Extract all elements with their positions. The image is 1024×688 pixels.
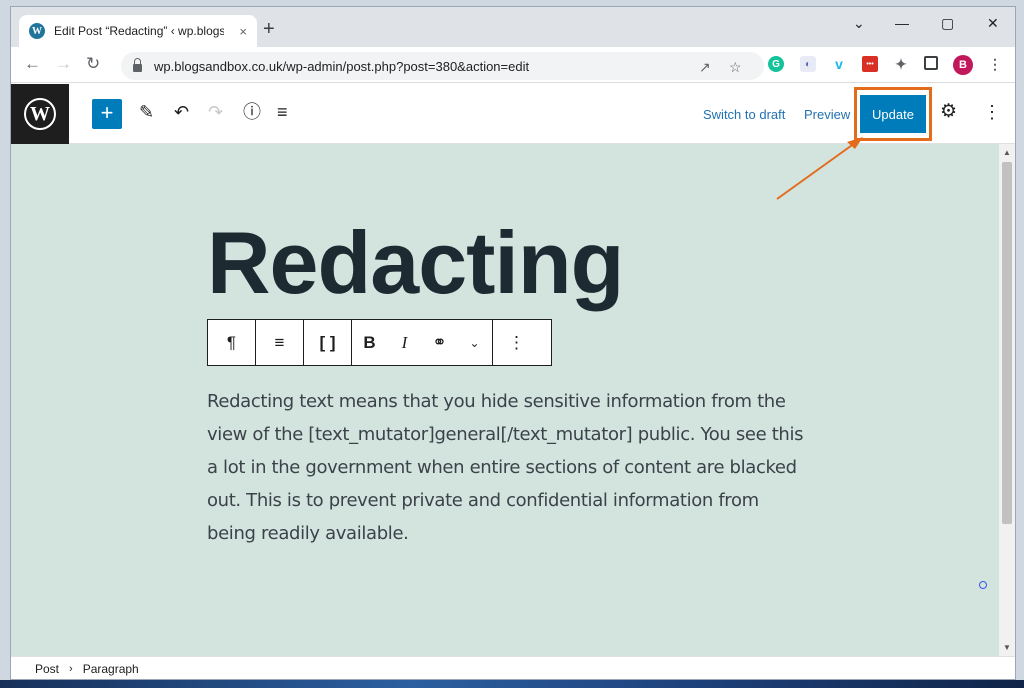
- block-toolbar: ¶ ≡ [ ] B I ⚭ ⌄ ⋮: [207, 319, 552, 366]
- close-window-button[interactable]: ✕: [987, 15, 999, 32]
- align-left-icon[interactable]: ≡: [256, 320, 303, 365]
- profile-avatar[interactable]: B: [953, 55, 973, 75]
- bookmark-star-icon[interactable]: ☆: [729, 59, 742, 76]
- annotation-arrow-icon: [776, 137, 863, 200]
- breadcrumb-separator-icon: ›: [69, 663, 73, 675]
- bold-button[interactable]: B: [352, 320, 387, 365]
- switch-to-draft-button[interactable]: Switch to draft: [703, 107, 785, 122]
- maximize-button[interactable]: ▢: [941, 15, 954, 32]
- browser-tab[interactable]: W Edit Post “Redacting” ‹ wp.blogsa ×: [19, 15, 257, 47]
- block-type-group: ¶: [208, 320, 256, 365]
- tab-close-icon[interactable]: ×: [239, 24, 247, 39]
- forward-arrow-icon[interactable]: →: [55, 55, 72, 73]
- browser-window: W Edit Post “Redacting” ‹ wp.blogsa × + …: [10, 6, 1016, 680]
- wordpress-logo[interactable]: W: [11, 84, 69, 144]
- settings-gear-icon[interactable]: ⚙: [940, 102, 957, 122]
- format-group: B I ⚭ ⌄: [352, 320, 493, 365]
- post-title[interactable]: Redacting: [207, 213, 624, 313]
- details-info-icon[interactable]: ⓘ: [243, 102, 261, 122]
- grammarly-extension-icon[interactable]: G: [768, 56, 784, 72]
- new-tab-button[interactable]: +: [263, 19, 275, 39]
- chevron-down-icon[interactable]: ⌄: [457, 320, 492, 365]
- red-extension-icon[interactable]: •••: [862, 56, 878, 72]
- list-view-icon[interactable]: ≡: [277, 102, 288, 122]
- side-panel-icon[interactable]: [924, 56, 938, 70]
- share-icon[interactable]: ↗: [699, 59, 711, 76]
- preview-button[interactable]: Preview: [804, 107, 850, 122]
- breadcrumb-paragraph[interactable]: Paragraph: [83, 662, 139, 676]
- brackets-icon[interactable]: [ ]: [304, 320, 351, 365]
- block-handle-dot[interactable]: [979, 581, 987, 589]
- minimize-button[interactable]: —: [895, 15, 909, 31]
- options-menu-icon[interactable]: ⋮: [983, 102, 1001, 122]
- reload-icon[interactable]: ↻: [86, 55, 100, 73]
- extensions-puzzle-icon[interactable]: ✦: [893, 56, 909, 72]
- back-arrow-icon[interactable]: ←: [24, 55, 41, 73]
- desktop-background: [0, 680, 1024, 688]
- scrollbar-thumb[interactable]: [1002, 162, 1012, 524]
- more-group: ⋮: [493, 320, 540, 365]
- tab-title: Edit Post “Redacting” ‹ wp.blogsa: [54, 24, 224, 38]
- link-icon[interactable]: ⚭: [422, 320, 457, 365]
- breadcrumb: Post › Paragraph: [11, 656, 1015, 679]
- breadcrumb-post[interactable]: Post: [35, 662, 59, 676]
- tab-strip: W Edit Post “Redacting” ‹ wp.blogsa × + …: [11, 7, 1015, 47]
- more-options-icon[interactable]: ⋮: [493, 320, 540, 365]
- tab-search-icon[interactable]: ⌄: [853, 15, 865, 32]
- address-bar[interactable]: wp.blogsandbox.co.uk/wp-admin/post.php?p…: [121, 52, 764, 80]
- paragraph-icon[interactable]: ¶: [208, 320, 255, 365]
- update-button[interactable]: Update: [860, 95, 926, 133]
- canvas-scrollbar[interactable]: ▲ ▼: [999, 144, 1015, 656]
- scroll-up-icon[interactable]: ▲: [1003, 148, 1011, 157]
- lock-icon: [133, 58, 142, 72]
- shortcode-group: [ ]: [304, 320, 352, 365]
- shield-extension-icon[interactable]: ◐: [800, 56, 816, 72]
- url-text: wp.blogsandbox.co.uk/wp-admin/post.php?p…: [154, 58, 530, 74]
- edit-tools-icon[interactable]: ✎: [139, 102, 154, 122]
- italic-button[interactable]: I: [387, 320, 422, 365]
- scroll-down-icon[interactable]: ▼: [1003, 643, 1011, 652]
- paragraph-block[interactable]: Redacting text means that you hide sensi…: [207, 385, 807, 550]
- wordpress-icon: W: [24, 98, 56, 130]
- undo-icon[interactable]: ↶: [174, 102, 189, 122]
- align-group: ≡: [256, 320, 304, 365]
- redo-icon[interactable]: ↷: [208, 102, 223, 122]
- wordpress-favicon-icon: W: [29, 23, 45, 39]
- vimeo-extension-icon[interactable]: v: [831, 56, 847, 72]
- add-block-button[interactable]: +: [92, 99, 122, 129]
- browser-menu-icon[interactable]: ⋮: [987, 56, 1003, 72]
